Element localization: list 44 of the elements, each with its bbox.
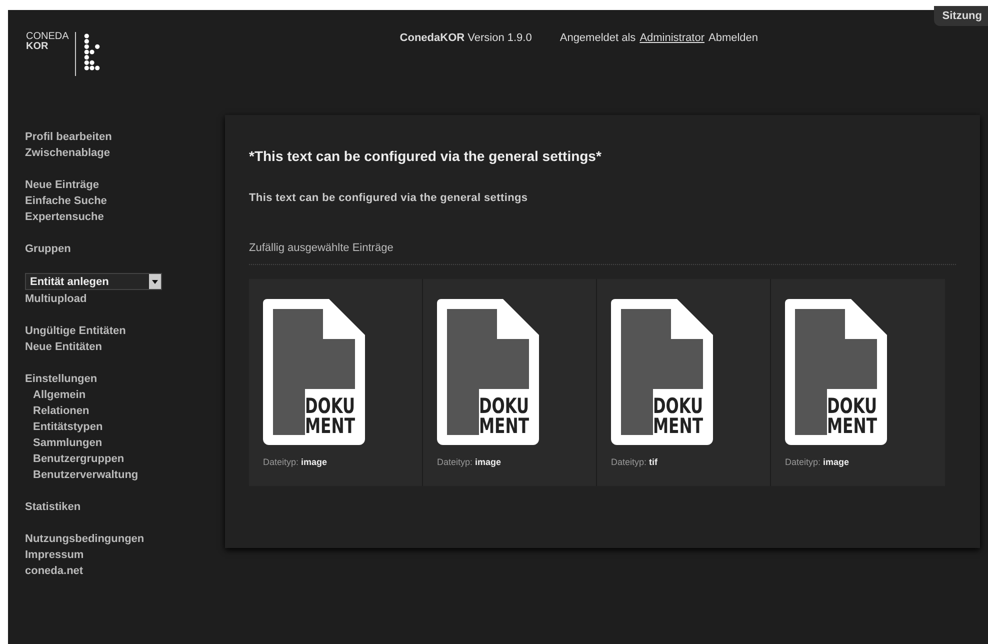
sidebar-link[interactable]: Relationen	[33, 403, 225, 419]
sidebar-link[interactable]: Ungültige Entitäten	[25, 323, 225, 339]
document-icon: DOKU MENT	[437, 299, 539, 445]
sidebar-link[interactable]: Benutzergruppen	[33, 451, 225, 467]
document-icon: DOKU MENT	[785, 299, 887, 445]
sidebar-link[interactable]: Neue Entitäten	[25, 339, 225, 355]
document-icon: DOKU MENT	[611, 299, 713, 445]
file-type-text: Dateityp: tif	[611, 457, 659, 467]
sidebar-link[interactable]: Benutzerverwaltung	[33, 467, 225, 483]
section-title: Zufällig ausgewählte Einträge	[249, 242, 394, 254]
sidebar-link[interactable]: Expertensuche	[25, 209, 225, 225]
logo-icon	[84, 32, 100, 72]
sidebar-link[interactable]: Allgemein	[33, 387, 225, 403]
welcome-heading: *This text can be configured via the general settings*	[249, 147, 602, 165]
sidebar-link[interactable]: Neue Einträge	[25, 177, 225, 193]
sidebar-link[interactable]: Entitätstypen	[33, 419, 225, 435]
entry-card[interactable]: DOKU MENT Dateityp: image	[249, 279, 423, 486]
sidebar-link[interactable]: Zwischenablage	[25, 145, 225, 161]
caret-icon	[149, 274, 161, 289]
version-text: ConedaKOR Version 1.9.0	[400, 32, 532, 44]
login-label: Angemeldet als	[560, 32, 636, 44]
sidebar-link[interactable]: Multiupload	[25, 291, 225, 307]
user-link[interactable]: Administrator	[640, 32, 704, 44]
document-icon: DOKU MENT	[263, 299, 365, 445]
sidebar-link[interactable]: Gruppen	[25, 241, 225, 257]
entry-card[interactable]: DOKU MENT Dateityp: tif	[597, 279, 771, 486]
sidebar-link[interactable]: Einfache Suche	[25, 193, 225, 209]
welcome-text: This text can be configured via the general settings	[249, 192, 529, 204]
entry-card[interactable]: DOKU MENT Dateityp: image	[423, 279, 597, 486]
sidebar-link[interactable]: Nutzungsbedingungen	[25, 531, 225, 547]
sidebar-link[interactable]: coneda.net	[25, 563, 225, 579]
sidebar-link[interactable]: Statistiken	[25, 499, 225, 515]
logout-link[interactable]: Abmelden	[708, 32, 758, 44]
sidebar-link[interactable]: Profil bearbeiten	[25, 129, 225, 145]
sidebar-link[interactable]: Impressum	[25, 547, 225, 563]
file-type-text: Dateityp: image	[785, 457, 850, 467]
sidebar-link[interactable]: Einstellungen	[25, 371, 225, 387]
file-type-text: Dateityp: image	[437, 457, 502, 467]
sidebar-link[interactable]: Sammlungen	[33, 435, 225, 451]
create-entity-dropdown[interactable]: Entität anlegen	[25, 273, 162, 290]
logo-wordmark: CONEDA KOR	[26, 32, 76, 76]
file-type-text: Dateityp: image	[263, 457, 328, 467]
session-tab[interactable]: Sitzung	[934, 6, 988, 26]
entry-card[interactable]: DOKU MENT Dateityp: image	[771, 279, 945, 486]
